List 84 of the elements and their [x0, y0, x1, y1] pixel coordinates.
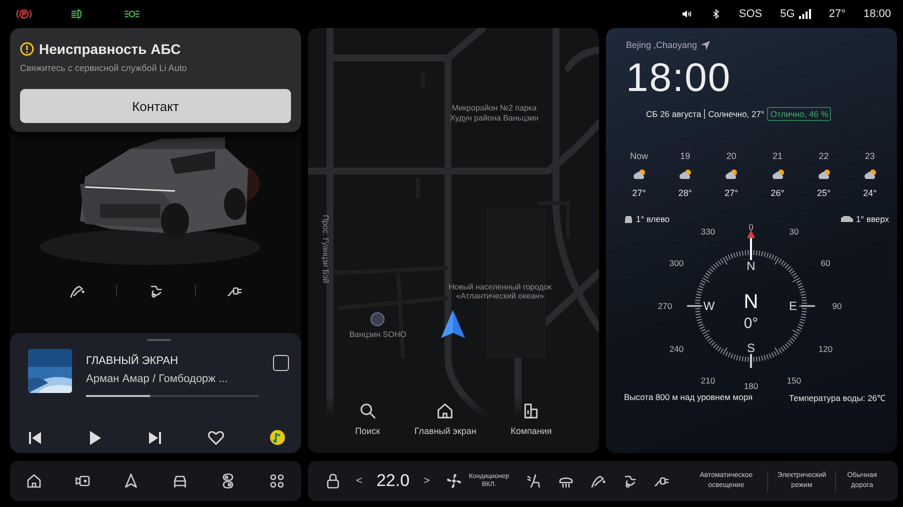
degree-label: 90: [832, 301, 842, 311]
lock-icon[interactable]: [324, 472, 342, 490]
cardinal-label: S: [747, 341, 755, 355]
pitch-reading: 1° вверх: [856, 214, 889, 224]
degree-label: 330: [700, 226, 716, 237]
partly-cloudy-icon: [770, 169, 785, 180]
degree-label: 120: [818, 344, 833, 354]
forecast-hour: 21: [772, 151, 783, 161]
decrease-button[interactable]: <: [356, 475, 362, 487]
app-grid-icon[interactable]: [268, 472, 286, 490]
car-front-icon: [624, 216, 633, 222]
song-title: ГЛАВНЫЙ ЭКРАН: [86, 355, 180, 367]
cardinal-label: E: [789, 299, 797, 313]
bluetooth-icon: [710, 8, 721, 20]
partly-cloudy-icon: [724, 169, 738, 180]
seat-icon[interactable]: [524, 472, 543, 490]
location-label: Bejing ,Chaoyang: [626, 40, 698, 50]
degree-label: 300: [669, 258, 684, 268]
partly-cloudy-icon: [862, 169, 877, 180]
degree-label: 210: [700, 375, 716, 386]
cabin-temperature: 22.0: [376, 471, 410, 491]
forecast-temperature: 27°: [724, 188, 738, 198]
forecast-hour: 22: [818, 151, 829, 161]
volume-icon: [680, 8, 693, 20]
degree-label: 30: [789, 226, 799, 237]
degree-label: 0: [748, 224, 754, 232]
network-label: 5G: [780, 8, 795, 20]
next-button[interactable]: [148, 430, 162, 444]
place-label: Ванцзин SOHO: [349, 330, 406, 340]
forecast-hour: 23: [864, 151, 875, 161]
heart-button[interactable]: [208, 430, 224, 444]
map-action-button[interactable]: Компания: [510, 395, 552, 453]
pin-icon[interactable]: [370, 312, 385, 326]
forecast-temperature: 26°: [770, 188, 784, 198]
bearing-reading: 0°: [744, 315, 758, 332]
music-app-button[interactable]: [270, 430, 285, 445]
degree-label: 150: [786, 375, 802, 386]
previous-button[interactable]: [28, 430, 42, 444]
warning-icon: [20, 42, 34, 56]
water-temperature-label: Температура воды: 26℃: [788, 392, 885, 403]
cardinal-label: N: [746, 259, 756, 273]
location-arrow-icon: [701, 40, 710, 50]
map-action-button[interactable]: Главный экран: [414, 395, 476, 453]
alert-title: Неисправность АБС: [39, 41, 181, 57]
signal-icon: [798, 9, 811, 19]
clock: 18:00: [863, 8, 891, 20]
increase-button[interactable]: >: [424, 475, 430, 487]
outside-temperature: 27°: [828, 8, 846, 20]
forecast-temperature: 25°: [816, 188, 831, 198]
play-button[interactable]: [88, 430, 102, 444]
home-icon: [435, 401, 456, 421]
big-clock: 18:00: [625, 56, 732, 101]
forecast-hour: 20: [726, 151, 736, 161]
contact-button[interactable]: Контакт: [20, 89, 291, 123]
street-label: Прос. Гуанцзи Бэй: [320, 214, 330, 284]
home-icon[interactable]: [25, 472, 44, 490]
degree-label: 240: [669, 344, 684, 354]
map-action-button[interactable]: Поиск: [355, 395, 380, 453]
heading-letter: N: [744, 291, 758, 313]
degree-label: 60: [820, 258, 830, 268]
search-icon: [358, 401, 378, 421]
altitude-label: Высота 800 м над уровнем моря: [624, 392, 753, 403]
degree-label: 180: [744, 381, 758, 390]
forecast-temperature: 24°: [863, 188, 877, 198]
location-arrow-icon: [441, 310, 465, 338]
partly-cloudy-icon: [816, 169, 831, 180]
forecast-hour: Now: [630, 151, 648, 161]
forecast-temperature: 27°: [632, 188, 646, 198]
sos-label: SOS: [738, 8, 762, 20]
air-quality-badge: Отлично, 46 %: [767, 107, 832, 121]
song-artist: Арман Амар / Гомбодорж ...: [86, 373, 229, 385]
car-side-icon: [840, 216, 853, 222]
partly-cloudy-icon: [678, 169, 692, 180]
area-label: Микрорайон №2 парка Худун района Ваньцзин: [450, 103, 538, 123]
degree-label: 270: [658, 301, 672, 311]
cardinal-label: W: [703, 299, 715, 313]
date-label: СБ 26 августа: [646, 109, 702, 119]
roll-reading: 1° влево: [636, 214, 670, 224]
forecast-hour: 19: [680, 151, 690, 161]
forecast-temperature: 28°: [678, 188, 692, 198]
alert-message: Свяжитесь с сервисной службой Li Auto: [20, 63, 188, 73]
condition-label: Солнечно, 27°: [708, 109, 764, 119]
area-label: Новый населенный городок «Атлантический океан»: [448, 282, 552, 302]
partly-cloudy-icon: [632, 169, 646, 180]
